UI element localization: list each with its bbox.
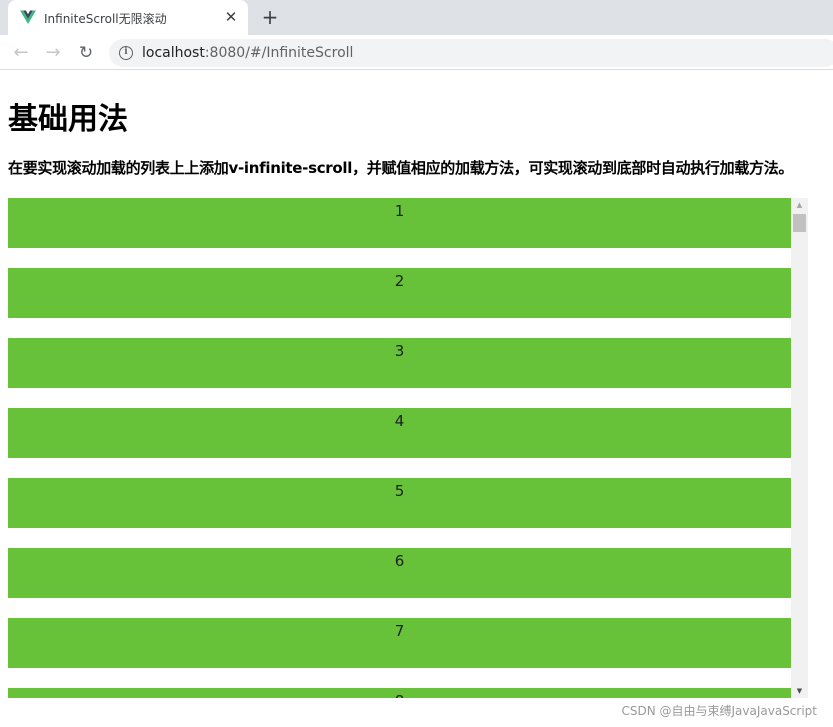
reload-icon[interactable]: ↻ [74,41,98,65]
forward-arrow-icon[interactable]: → [41,41,65,65]
url-text[interactable]: localhost:8080/#/InfiniteScroll [142,45,353,61]
url-path: :8080/#/InfiniteScroll [204,45,354,61]
infinite-scroll-list[interactable]: 1 2 3 4 5 6 7 8 [8,198,808,698]
page-description: 在要实现滚动加载的列表上上添加v-infinite-scroll，并赋值相应的加… [8,159,794,177]
new-tab-plus-icon[interactable]: + [259,6,281,28]
page-title: 基础用法 [8,102,128,137]
site-info-icon[interactable]: i [119,46,133,60]
tab-close-icon[interactable]: ✕ [222,8,240,26]
list-item: 2 [8,268,791,318]
list-item: 6 [8,548,791,598]
list-item: 1 [8,198,791,248]
scrollbar-thumb[interactable] [793,214,806,232]
scroll-down-arrow-icon[interactable]: ▼ [791,684,808,698]
scroll-up-arrow-icon[interactable]: ▲ [791,198,808,212]
browser-tab[interactable]: InfiniteScroll无限滚动 ✕ [8,0,248,35]
url-host: localhost [142,45,205,61]
tab-strip: InfiniteScroll无限滚动 ✕ + [0,0,833,35]
browser-toolbar: ← → ↻ i localhost:8080/#/InfiniteScroll [0,35,833,70]
list-item: 4 [8,408,791,458]
tab-title: InfiniteScroll无限滚动 [44,12,167,26]
vue-logo-icon [20,10,36,24]
csdn-watermark: CSDN @自由与束缚JavaJavaScript [621,704,817,718]
address-bar[interactable]: i localhost:8080/#/InfiniteScroll [109,39,833,67]
list-item: 5 [8,478,791,528]
list-item: 7 [8,618,791,668]
list-item: 3 [8,338,791,388]
list-scrollbar[interactable]: ▲ ▼ [791,198,808,698]
list-item: 8 [8,688,791,698]
back-arrow-icon[interactable]: ← [9,41,33,65]
